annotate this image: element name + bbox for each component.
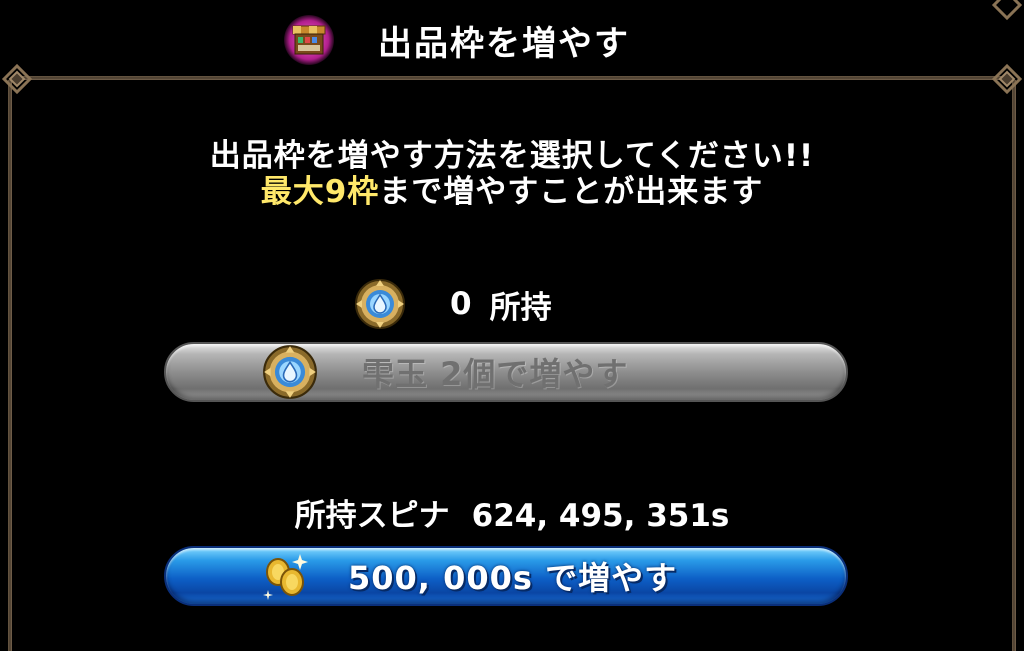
droplet-orb-icon (263, 345, 317, 399)
frame-top-border (20, 76, 1004, 80)
expand-with-orbs-button[interactable]: 雫玉 2個で増やす (164, 342, 848, 402)
expand-with-orbs-label: 雫玉 2個で増やす (362, 355, 629, 393)
expand-with-spina-button[interactable]: 500, 000s で増やす (164, 546, 848, 606)
owned-spina-row: 所持スピナ 624, 495, 351s (0, 490, 1024, 535)
header-title-group: 出品枠を増やす (284, 14, 630, 66)
max-slots-text: 最大9枠まで増やすことが出来ます (0, 166, 1024, 211)
corner-ornament-right-icon (991, 63, 1023, 95)
owned-orb-count: 0 (450, 286, 472, 322)
owned-label: 所持 (489, 289, 552, 326)
owned-spina-amount: 624, 495, 351s (471, 498, 730, 534)
header-bar: 出品枠を増やす (0, 0, 1024, 76)
owned-item-row: 0 所持 (354, 276, 552, 332)
max-slots-rest: まで増やすことが出来ます (379, 174, 764, 210)
max-slots-highlight: 最大9枠 (260, 174, 380, 210)
owned-spina-label: 所持スピナ (294, 498, 450, 534)
gold-coins-icon (263, 554, 308, 600)
expand-slots-screen: 出品枠を増やす 出品枠を増やす方法を選択してください!! 最大9枠まで増やすこと… (0, 0, 1024, 651)
page-title: 出品枠を増やす (378, 23, 630, 64)
corner-ornament-top-right-icon (991, 0, 1023, 21)
expand-with-spina-label: 500, 000s で増やす (348, 559, 678, 597)
droplet-orb-icon (355, 279, 405, 329)
market-stall-icon (284, 15, 334, 65)
corner-ornament-left-icon (1, 63, 33, 95)
